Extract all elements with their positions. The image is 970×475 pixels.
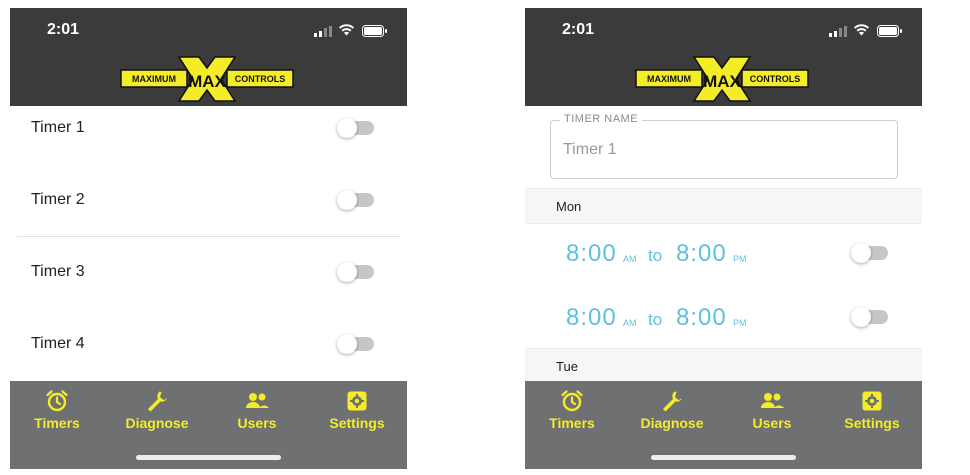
timer-row[interactable]: Timer 2 xyxy=(10,164,407,236)
end-period: PM xyxy=(733,318,747,328)
timers-list: Timer 1 Timer 2 Timer 3 Timer 4 xyxy=(10,106,407,381)
status-bar: 2:01 xyxy=(10,8,407,54)
tab-label: Settings xyxy=(844,415,900,431)
app-header: 2:01 MAXIMUM MAX CONTROLS xyxy=(525,8,922,106)
tab-label: Diagnose xyxy=(640,415,704,431)
battery-icon xyxy=(877,25,902,37)
wifi-icon xyxy=(339,24,354,36)
start-time[interactable]: 8:00 xyxy=(566,240,617,268)
to-separator: to xyxy=(648,246,663,265)
alarm-clock-icon xyxy=(561,390,583,412)
tab-label: Users xyxy=(752,415,792,431)
wifi-icon xyxy=(854,24,869,36)
time-slot[interactable]: 8:00 AM to 8:00 PM xyxy=(525,292,922,342)
end-time[interactable]: 8:00 xyxy=(676,304,727,332)
tab-bar: Timers Diagnose Users Settings xyxy=(525,381,922,469)
tab-bar: Timers Diagnose Users Settings xyxy=(10,381,407,469)
timer-name-input[interactable]: Timer 1 xyxy=(563,141,617,159)
tab-diagnose[interactable]: Diagnose xyxy=(112,389,202,437)
timer-detail-form: TIMER NAME Timer 1 Mon 8:00 AM to 8:00 P… xyxy=(525,106,922,381)
battery-icon xyxy=(362,25,387,37)
logo-text-controls: CONTROLS xyxy=(750,74,801,84)
day-header-tue: Tue xyxy=(525,348,922,381)
timer-name-label: TIMER NAME xyxy=(560,113,643,125)
logo-text-maximum: MAXIMUM xyxy=(132,74,176,84)
tab-label: Timers xyxy=(34,415,80,431)
timer-name-field[interactable]: TIMER NAME Timer 1 xyxy=(550,113,898,179)
users-icon xyxy=(761,393,784,408)
gear-icon xyxy=(862,391,882,411)
timer-toggle[interactable] xyxy=(337,334,374,354)
timer-detail-screen: 2:01 MAXIMUM MAX CONTROLS TIMER NAME Tim… xyxy=(525,8,922,469)
start-time[interactable]: 8:00 xyxy=(566,304,617,332)
wrench-icon xyxy=(663,391,682,412)
tab-settings[interactable]: Settings xyxy=(312,389,402,437)
day-label: Mon xyxy=(556,199,582,214)
tab-label: Users xyxy=(237,415,277,431)
day-header-mon: Mon xyxy=(525,188,922,224)
home-indicator xyxy=(651,455,796,460)
start-period: AM xyxy=(623,318,637,328)
tab-diagnose[interactable]: Diagnose xyxy=(627,389,717,437)
signal-icon xyxy=(314,26,332,37)
signal-icon xyxy=(829,26,847,37)
tab-users[interactable]: Users xyxy=(727,389,817,437)
tab-timers[interactable]: Timers xyxy=(527,389,617,437)
gear-icon xyxy=(347,391,367,411)
slot-toggle[interactable] xyxy=(851,243,888,263)
tab-label: Timers xyxy=(549,415,595,431)
timers-list-screen: 2:01 MAXIMUM MAX CONTROLS Timer 1 Timer … xyxy=(10,8,407,469)
timer-row[interactable]: Timer 1 xyxy=(10,106,407,164)
users-icon xyxy=(246,393,269,408)
tab-users[interactable]: Users xyxy=(212,389,302,437)
timer-toggle[interactable] xyxy=(337,118,374,138)
status-time: 2:01 xyxy=(47,21,80,38)
timer-label: Timer 4 xyxy=(31,335,85,352)
end-time[interactable]: 8:00 xyxy=(676,240,727,268)
row-divider xyxy=(17,236,400,237)
tab-label: Diagnose xyxy=(125,415,189,431)
timer-label: Timer 3 xyxy=(31,263,85,280)
to-separator: to xyxy=(648,310,663,329)
status-time: 2:01 xyxy=(562,21,595,38)
max-controls-logo: MAXIMUM MAX CONTROLS xyxy=(120,56,294,102)
timer-toggle[interactable] xyxy=(337,262,374,282)
end-period: PM xyxy=(733,254,747,264)
logo-text-max: MAX xyxy=(703,72,741,91)
timer-toggle[interactable] xyxy=(337,190,374,210)
home-indicator xyxy=(136,455,281,460)
timer-row[interactable]: Timer 3 xyxy=(10,236,407,308)
logo-text-controls: CONTROLS xyxy=(235,74,286,84)
start-period: AM xyxy=(623,254,637,264)
app-header: 2:01 MAXIMUM MAX CONTROLS xyxy=(10,8,407,106)
status-bar: 2:01 xyxy=(525,8,922,54)
day-label: Tue xyxy=(556,359,578,374)
tab-label: Settings xyxy=(329,415,385,431)
timer-label: Timer 2 xyxy=(31,191,85,208)
max-controls-logo: MAXIMUM MAX CONTROLS xyxy=(635,56,809,102)
timer-label: Timer 1 xyxy=(31,119,85,136)
logo-text-maximum: MAXIMUM xyxy=(647,74,691,84)
slot-toggle[interactable] xyxy=(851,307,888,327)
wrench-icon xyxy=(148,391,167,412)
time-slot[interactable]: 8:00 AM to 8:00 PM xyxy=(525,228,922,278)
timer-row[interactable]: Timer 4 xyxy=(10,308,407,380)
logo-text-max: MAX xyxy=(188,72,226,91)
tab-settings[interactable]: Settings xyxy=(827,389,917,437)
alarm-clock-icon xyxy=(46,390,68,412)
tab-timers[interactable]: Timers xyxy=(12,389,102,437)
